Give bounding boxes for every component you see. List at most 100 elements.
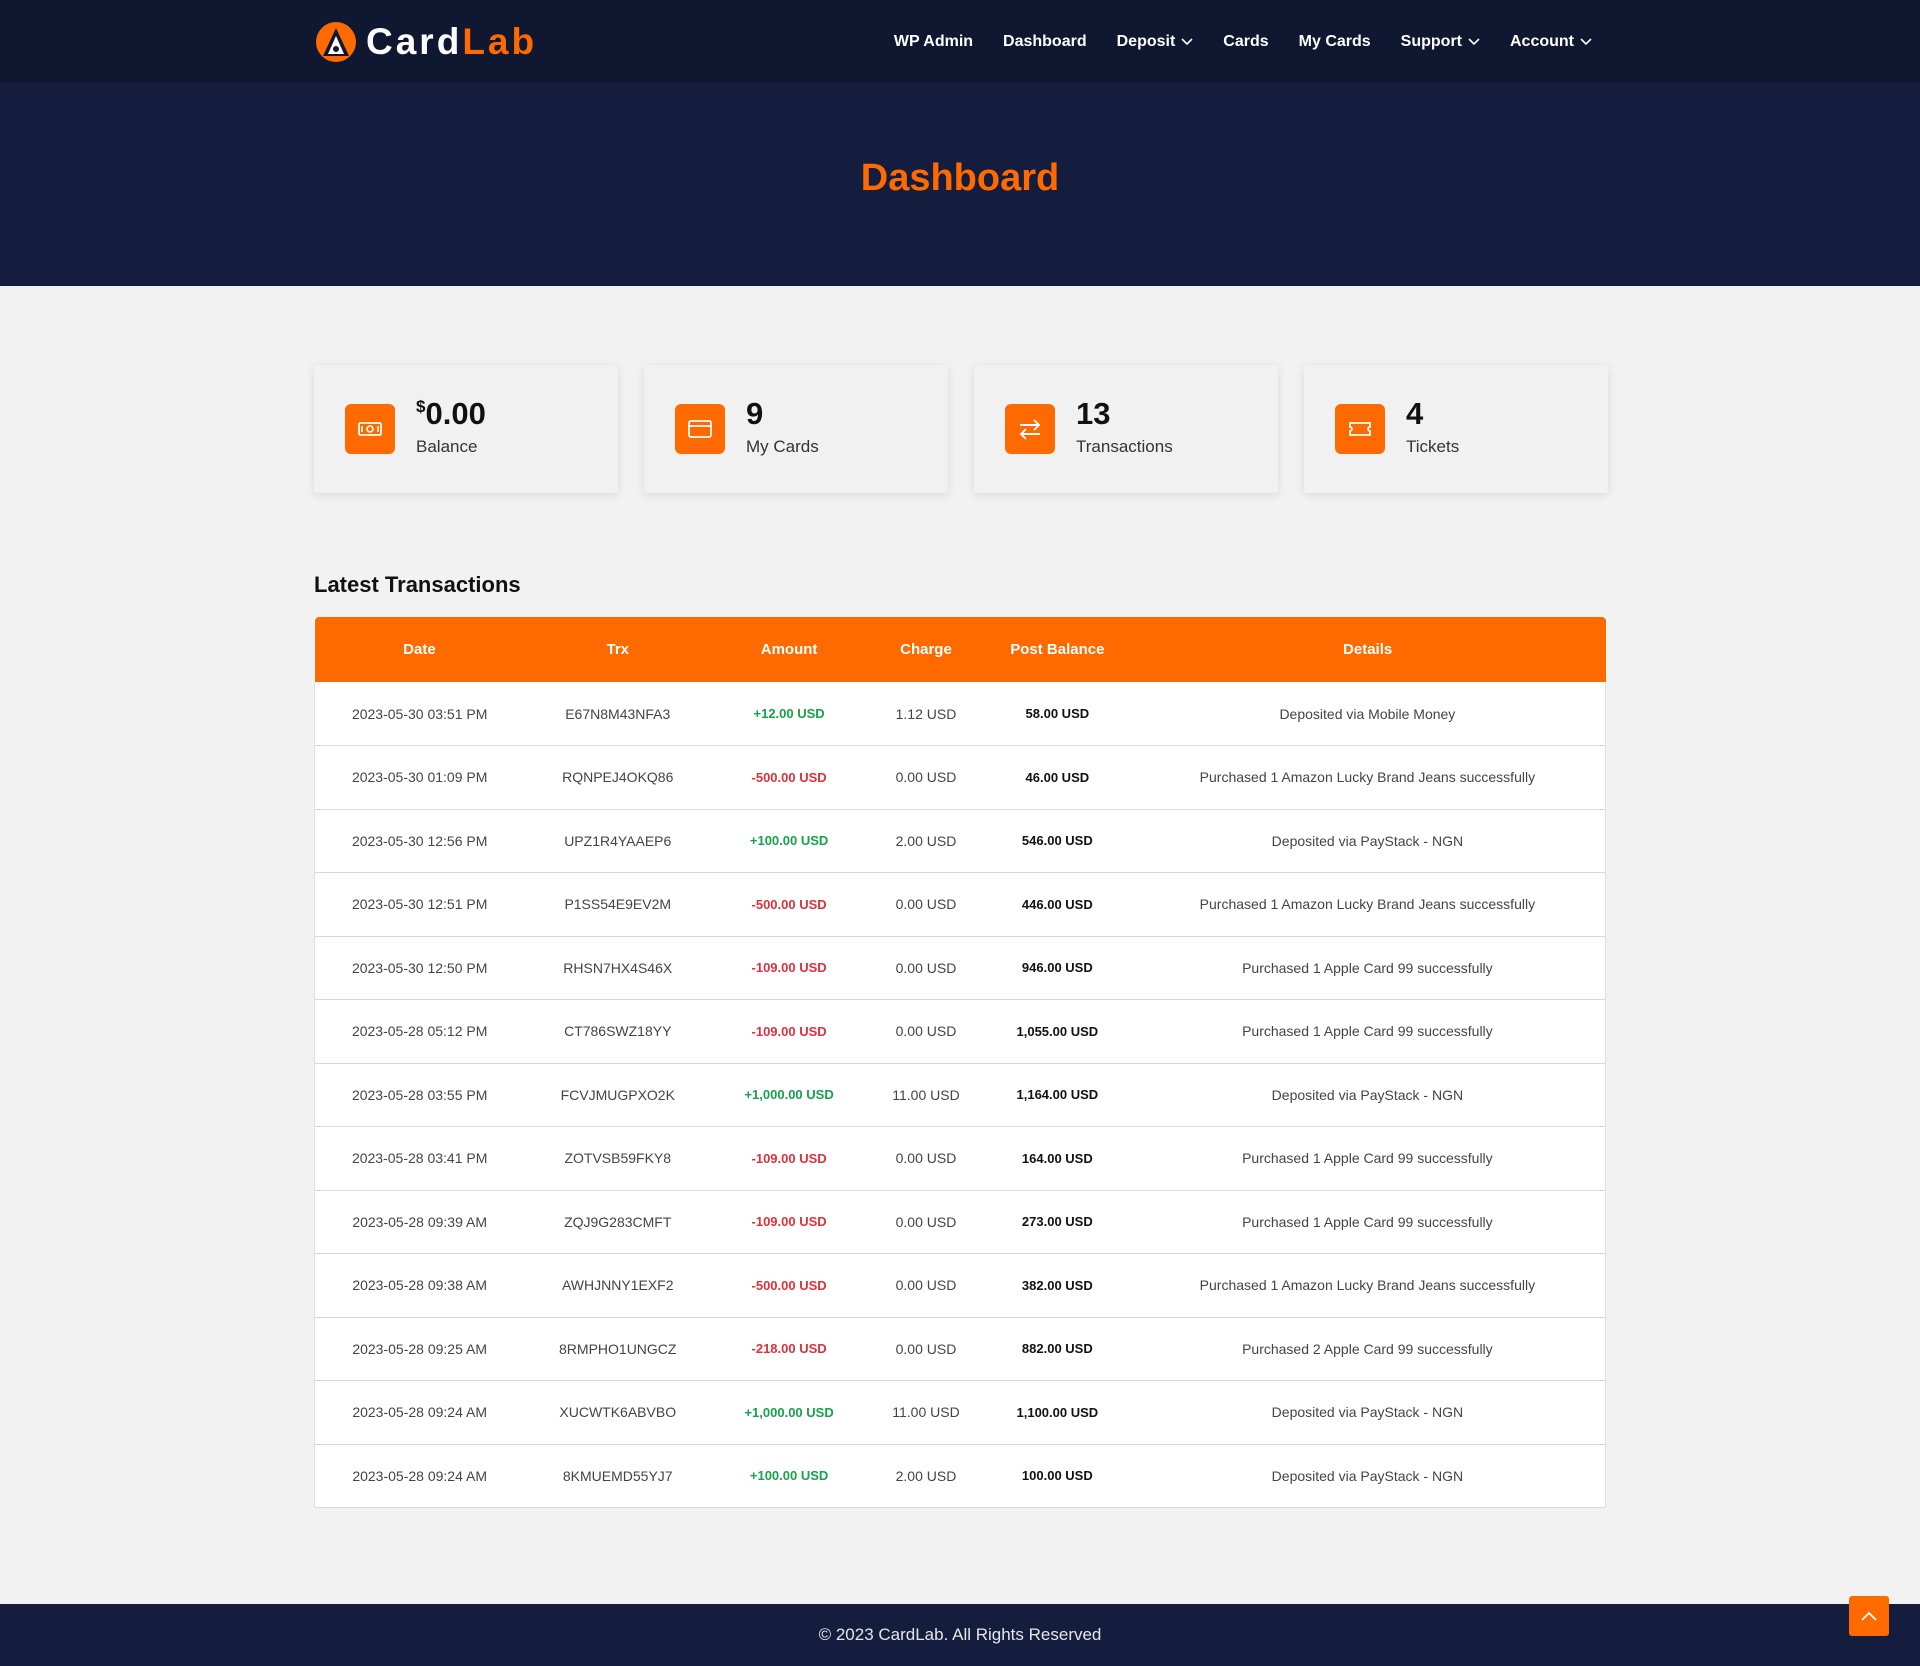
nav-dashboard[interactable]: Dashboard [1003,33,1087,51]
table-row: 2023-05-28 09:24 AM 8KMUEMD55YJ7 +100.00 U… [314,1444,1606,1508]
ticket-icon [1349,422,1371,436]
cell-amount: -109.00 USD [751,960,827,976]
cell-post-balance: 946.00 USD [1021,960,1093,976]
stat-number: 13 [1076,396,1111,431]
cell-charge: 0.00 USD [895,896,957,913]
copyright-text: © 2023 CardLab. All Rights Reserved [818,1625,1102,1644]
stat-icon-box [1005,404,1055,454]
cell-trx: RHSN7HX4S46X [563,959,673,976]
nav-label: WP Admin [893,32,974,50]
stat-label: Transactions [1076,437,1173,456]
nav-my-cards[interactable]: My Cards [1299,33,1371,51]
column-header-date: Date [314,617,525,682]
cell-amount: +12.00 USD [753,706,825,721]
table-row: 2023-05-28 09:39 AM ZQJ9G283CMFT -109.00 U… [314,1190,1606,1254]
table-row: 2023-05-28 03:55 PM FCVJMUGPXO2K +1,000.00… [314,1063,1606,1127]
cell-date: 2023-05-30 12:50 PM [314,936,525,1000]
nav-label: Account [1510,32,1574,50]
cell-post-balance: 164.00 USD [1021,1150,1093,1166]
cell-trx: P1SS54E9EV2M [564,896,672,913]
cell-date: 2023-05-28 09:24 AM [314,1444,525,1508]
column-header-details: Details [1129,617,1606,682]
cell-trx: CT786SWZ18YY [564,1023,672,1040]
cell-date: 2023-05-28 03:55 PM [314,1063,525,1127]
stat-value: $0.00 [416,396,486,432]
cell-post-balance: 882.00 USD [1021,1341,1093,1357]
brand-name-part2: Lab [462,21,538,62]
stat-icon-box [345,404,395,454]
cell-date: 2023-05-28 05:12 PM [314,999,525,1063]
brand-logo[interactable]: CardLab [314,20,537,64]
nav-support[interactable]: Support [1401,33,1480,51]
cell-details: Deposited via PayStack - NGN [1129,1380,1606,1444]
brand-name: CardLab [366,21,537,63]
cell-post-balance: 58.00 USD [1025,706,1090,721]
cell-amount: -109.00 USD [751,1214,827,1230]
cell-post-balance: 273.00 USD [1021,1214,1093,1230]
site-header: CardLab WP Admin Dashboard Deposit Cards… [0,0,1920,83]
stat-card-transactions: 13 Transactions [974,365,1278,493]
cell-date: 2023-05-30 12:51 PM [314,872,525,936]
cell-post-balance: 100.00 USD [1021,1468,1093,1484]
table-row: 2023-05-30 12:56 PM UPZ1R4YAAEP6 +100.00 U… [314,809,1606,873]
nav-deposit[interactable]: Deposit [1117,33,1194,51]
stat-label: Tickets [1406,437,1460,456]
stat-number: 9 [746,396,764,431]
cell-amount: -500.00 USD [751,769,827,785]
table-row: 2023-05-30 01:09 PM RQNPEJ4OKQ86 -500.00 U… [314,745,1606,809]
stat-label: Balance [416,437,478,456]
column-header-trx: Trx [524,617,712,682]
table-header-row: Date Trx Amount Charge Post Balance Deta… [314,617,1606,682]
section-title: Latest Transactions [314,572,521,597]
logo-mark-icon [316,22,356,62]
nav-wp-admin[interactable]: WP Admin [894,33,973,51]
cell-trx: ZOTVSB59FKY8 [564,1150,672,1167]
cell-details: Purchased 1 Amazon Lucky Brand Jeans suc… [1129,1253,1606,1317]
cell-charge: 0.00 USD [895,1340,957,1357]
cell-post-balance: 446.00 USD [1021,896,1093,912]
chevron-down-icon [1181,37,1193,45]
table-row: 2023-05-30 12:51 PM P1SS54E9EV2M -500.00 U… [314,872,1606,936]
cell-charge: 0.00 USD [895,769,957,786]
cell-trx: UPZ1R4YAAEP6 [564,832,672,849]
chevron-up-icon [1861,1611,1877,1621]
stat-icon-box [675,404,725,454]
cell-charge: 0.00 USD [895,1213,957,1230]
cell-details: Deposited via Mobile Money [1129,682,1606,746]
site-footer: © 2023 CardLab. All Rights Reserved [0,1604,1920,1666]
cell-details: Deposited via PayStack - NGN [1129,1063,1606,1127]
cell-charge: 11.00 USD [892,1404,960,1421]
cell-details: Purchased 1 Apple Card 99 successfully [1129,936,1606,1000]
cell-amount: +100.00 USD [749,833,829,849]
cell-date: 2023-05-30 03:51 PM [314,682,525,746]
cell-trx: XUCWTK6ABVBO [559,1404,677,1421]
cell-date: 2023-05-28 03:41 PM [314,1126,525,1190]
table-row: 2023-05-28 03:41 PM ZOTVSB59FKY8 -109.00 U… [314,1126,1606,1190]
nav-label: Dashboard [1003,32,1087,50]
stat-label: My Cards [746,437,819,456]
cell-charge: 0.00 USD [895,1277,957,1294]
cell-charge: 0.00 USD [895,1023,957,1040]
cell-trx: E67N8M43NFA3 [565,705,671,722]
cell-amount: -218.00 USD [751,1341,827,1357]
money-icon [358,422,382,436]
cell-charge: 2.00 USD [895,832,957,849]
table-row: 2023-05-28 05:12 PM CT786SWZ18YY -109.00 U… [314,999,1606,1063]
stat-icon-box [1335,404,1385,454]
nav-cards[interactable]: Cards [1223,33,1268,51]
page-title: Dashboard [860,156,1060,199]
cell-trx: FCVJMUGPXO2K [560,1086,675,1103]
cell-charge: 2.00 USD [895,1467,957,1484]
stat-card-balance: $0.00 Balance [314,365,618,493]
chevron-down-icon [1468,37,1480,45]
nav-account[interactable]: Account [1510,33,1592,51]
cell-amount: +100.00 USD [749,1468,829,1484]
cell-date: 2023-05-30 12:56 PM [314,809,525,873]
cell-amount: -500.00 USD [751,896,827,912]
cell-amount: -500.00 USD [751,1277,827,1293]
cell-amount: -109.00 USD [751,1023,827,1039]
column-header-post-balance: Post Balance [984,617,1130,682]
table-row: 2023-05-30 03:51 PM E67N8M43NFA3 +12.00 US… [314,682,1606,746]
column-header-charge: Charge [867,617,985,682]
scroll-to-top-button[interactable] [1849,1596,1889,1636]
